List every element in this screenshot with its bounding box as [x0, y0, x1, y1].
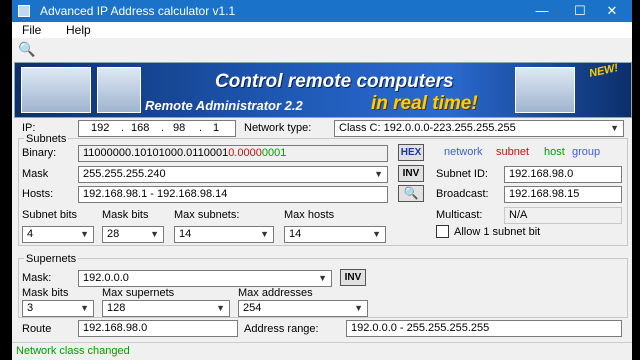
subnet-id-field[interactable]: 192.168.98.0: [504, 166, 622, 183]
banner-new-badge: NEW!: [588, 62, 620, 80]
binary-host-bits: 0001: [261, 147, 287, 159]
banner-line2: Remote Administrator 2.2: [145, 98, 303, 113]
app-window: Advanced IP Address calculator v1.1 — ☐ …: [12, 0, 632, 360]
mask-select[interactable]: 255.255.255.240 ▼: [78, 166, 388, 183]
legend-subnet: subnet: [496, 146, 530, 158]
search-icon[interactable]: 🔍: [18, 41, 35, 58]
toolbar: 🔍: [12, 38, 632, 60]
max-hosts-select[interactable]: 14 ▼: [284, 226, 386, 243]
chevron-down-icon: ▼: [150, 229, 159, 239]
ip-octet-1: 192: [91, 122, 110, 134]
max-addresses-label: Max addresses: [238, 287, 313, 299]
binary-subnet-bits: 0.0000: [228, 147, 262, 159]
supernet-mask-select[interactable]: 192.0.0.0 ▼: [78, 270, 332, 287]
search-icon[interactable]: 🔍: [398, 185, 424, 202]
binary-label: Binary:: [22, 147, 57, 159]
minimize-button[interactable]: —: [522, 2, 562, 20]
chevron-down-icon: ▼: [354, 303, 363, 313]
network-type-value: Class C: 192.0.0.0-223.255.255.255: [339, 122, 516, 134]
subnet-bits-select[interactable]: 4 ▼: [22, 226, 94, 243]
multicast-label: Multicast:: [436, 209, 483, 221]
legend-group: group: [572, 146, 601, 158]
chevron-down-icon: ▼: [318, 273, 327, 283]
allow-1-subnet-bit-checkbox[interactable]: [436, 225, 449, 238]
max-subnets-select[interactable]: 14 ▼: [174, 226, 274, 243]
ip-octet-3: 98: [173, 122, 186, 134]
mask-bits-select[interactable]: 28 ▼: [102, 226, 164, 243]
mask-bits-label: Mask bits: [102, 209, 149, 221]
route-label: Route: [22, 323, 52, 335]
app-icon: [18, 5, 30, 17]
supernet-mask-bits-select[interactable]: 3 ▼: [22, 300, 94, 317]
route-field[interactable]: 192.168.98.0: [78, 320, 238, 337]
max-supernets-label: Max supernets: [102, 287, 175, 299]
network-type-label: Network type:: [244, 122, 312, 134]
title-bar: Advanced IP Address calculator v1.1 — ☐ …: [12, 0, 632, 22]
ip-octet-2: 168: [131, 122, 150, 134]
banner-screenshot-right: [515, 67, 575, 113]
binary-field[interactable]: 11000000.10101000.01100010.00000001: [78, 145, 388, 162]
supernet-mask-value: 192.0.0.0: [83, 272, 129, 284]
status-text: Network class changed: [16, 345, 130, 357]
hosts-field[interactable]: 192.168.98.1 - 192.168.98.14: [78, 186, 388, 203]
supernet-inv-button[interactable]: INV: [340, 269, 366, 286]
hex-button[interactable]: HEX: [398, 144, 424, 161]
chevron-down-icon: ▼: [80, 303, 89, 313]
max-hosts-label: Max hosts: [284, 209, 335, 221]
chevron-down-icon: ▼: [610, 123, 619, 133]
max-subnets-value: 14: [179, 228, 192, 240]
subnet-bits-label: Subnet bits: [22, 209, 78, 221]
binary-network-bits: 11000000.10101000.0110001: [83, 147, 229, 159]
close-button[interactable]: ✕: [592, 2, 632, 20]
chevron-down-icon: ▼: [374, 169, 383, 179]
supernets-group-label: Supernets: [24, 253, 79, 265]
banner-screenshot-left2: [97, 67, 141, 113]
status-bar: Network class changed: [12, 342, 632, 360]
chevron-down-icon: ▼: [372, 229, 381, 239]
subnets-group-label: Subnets: [24, 133, 69, 145]
network-type-select[interactable]: Class C: 192.0.0.0-223.255.255.255 ▼: [334, 120, 624, 137]
chevron-down-icon: ▼: [216, 303, 225, 313]
max-addresses-value: 254: [243, 302, 262, 314]
max-supernets-value: 128: [107, 302, 126, 314]
legend-host: host: [544, 146, 565, 158]
supernet-mask-label: Mask:: [22, 272, 52, 284]
menu-help[interactable]: Help: [66, 23, 91, 37]
multicast-field[interactable]: N/A: [504, 207, 622, 224]
mask-label: Mask: [22, 168, 49, 180]
advertisement-banner[interactable]: Control remote computers Remote Administ…: [14, 62, 632, 118]
subnet-id-label: Subnet ID:: [436, 168, 488, 180]
mask-value: 255.255.255.240: [83, 168, 166, 180]
supernet-mask-bits-label: Mask bits: [22, 287, 69, 299]
ip-octet-4: 1: [213, 122, 220, 134]
max-addresses-select[interactable]: 254 ▼: [238, 300, 368, 317]
mask-bits-value: 28: [107, 228, 120, 240]
broadcast-field[interactable]: 192.168.98.15: [504, 186, 622, 203]
menu-bar: File Help: [12, 22, 632, 38]
hosts-label: Hosts:: [22, 188, 54, 200]
subnet-bits-value: 4: [27, 228, 34, 240]
supernet-mask-bits-value: 3: [27, 302, 34, 314]
address-range-field[interactable]: 192.0.0.0 - 255.255.255.255: [346, 320, 622, 337]
ip-input[interactable]: 192 . 168 . 98 . 1: [78, 120, 236, 137]
banner-line3: in real time!: [371, 93, 478, 114]
address-range-label: Address range:: [244, 323, 319, 335]
allow-1-subnet-bit-label: Allow 1 subnet bit: [454, 226, 541, 238]
chevron-down-icon: ▼: [260, 229, 269, 239]
chevron-down-icon: ▼: [80, 229, 89, 239]
banner-screenshot-left: [21, 67, 91, 113]
max-supernets-select[interactable]: 128 ▼: [102, 300, 230, 317]
banner-line1: Control remote computers: [215, 71, 454, 92]
max-subnets-label: Max subnets:: [174, 209, 240, 221]
mask-inv-button[interactable]: INV: [398, 165, 424, 182]
window-title: Advanced IP Address calculator v1.1: [40, 4, 236, 18]
legend-network: network: [444, 146, 483, 158]
menu-file[interactable]: File: [22, 23, 41, 37]
max-hosts-value: 14: [289, 228, 302, 240]
broadcast-label: Broadcast:: [436, 188, 489, 200]
